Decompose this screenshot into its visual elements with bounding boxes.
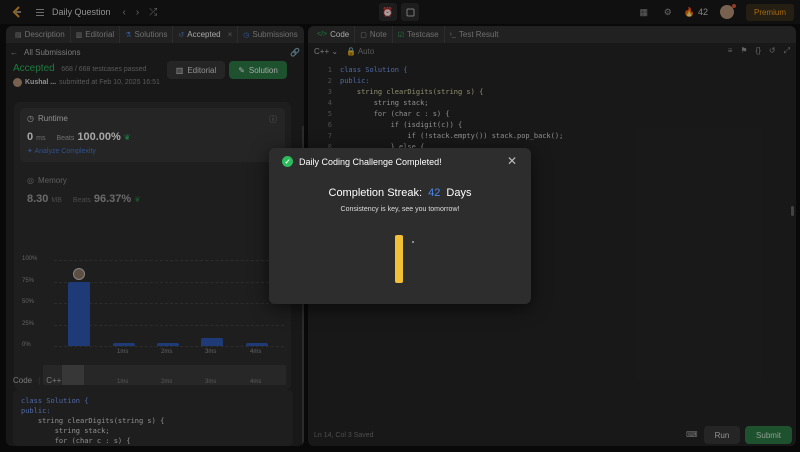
decorative-dot <box>412 241 414 243</box>
streak-days-number: 42 <box>428 187 441 199</box>
modal-tagline: Consistency is key, see you tomorrow! <box>340 206 460 213</box>
daily-challenge-modal: ✓ Daily Coding Challenge Completed! ✕ Co… <box>269 148 531 304</box>
check-circle-icon: ✓ <box>282 156 293 167</box>
modal-header: ✓ Daily Coding Challenge Completed! <box>282 156 442 167</box>
modal-title: Daily Coding Challenge Completed! <box>299 156 442 167</box>
streak-bar-graphic <box>395 235 403 283</box>
close-icon[interactable]: ✕ <box>507 154 517 168</box>
completion-streak: Completion Streak: 42 Days <box>328 187 472 199</box>
